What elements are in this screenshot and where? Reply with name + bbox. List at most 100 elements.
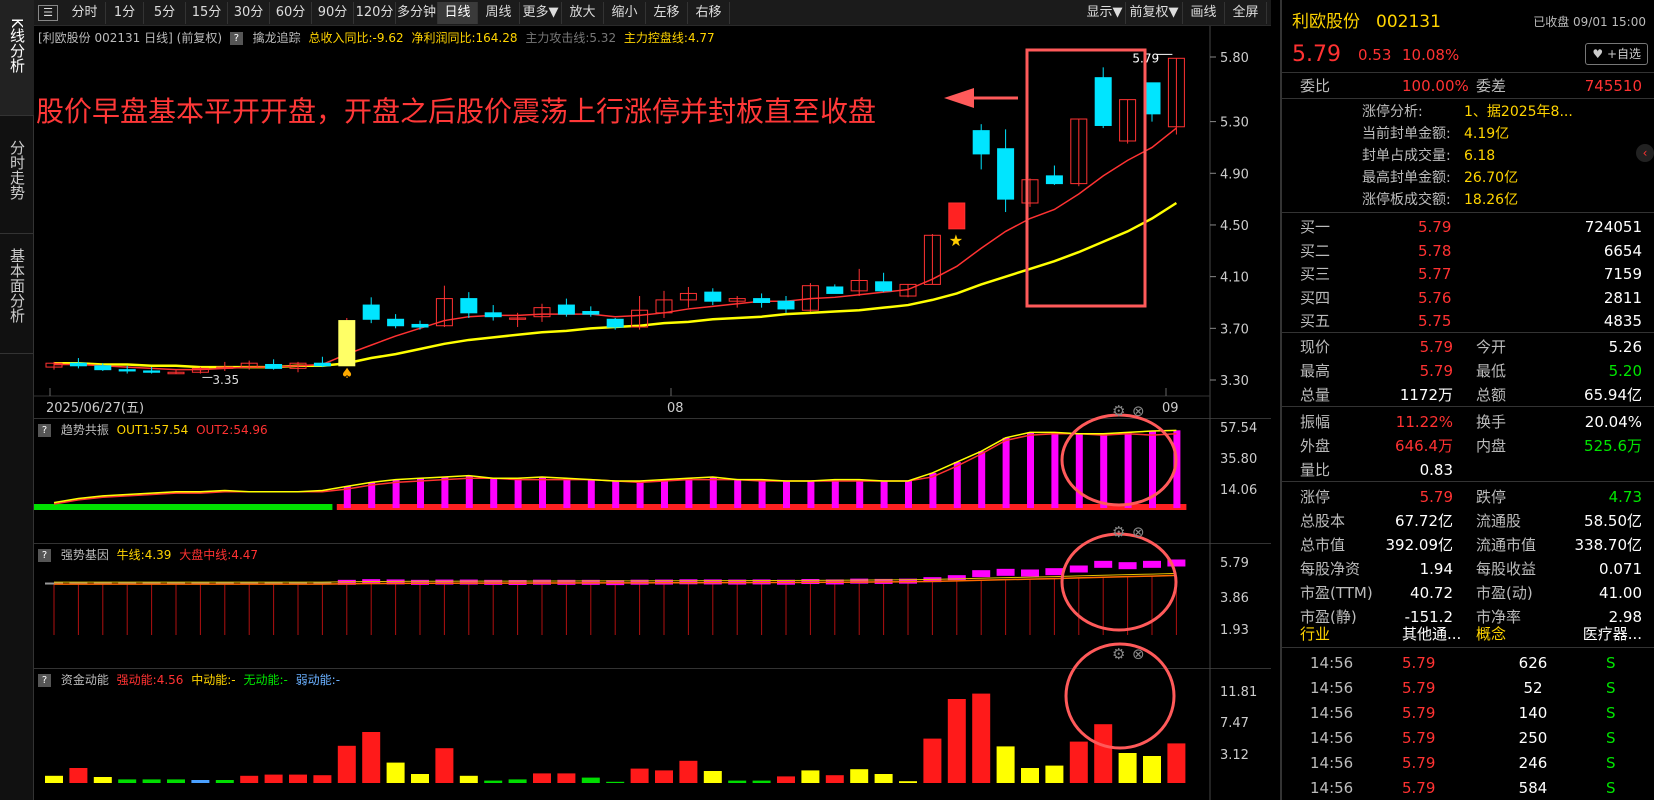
- x-tick-label: 09: [1162, 401, 1179, 416]
- trend-bar: [880, 481, 888, 508]
- add-watchlist-button[interactable]: ♥ +自选: [1585, 43, 1648, 65]
- tab-fundamental[interactable]: 基本面分析: [0, 234, 34, 354]
- collapse-arrow-icon[interactable]: ‹: [1636, 144, 1654, 162]
- stat-label: 总量: [1300, 386, 1331, 404]
- industry-value[interactable]: 其他通...: [1402, 622, 1461, 646]
- y-tick-label: 4.50: [1220, 219, 1249, 234]
- trend-bar: [1100, 433, 1108, 508]
- bid-volume: 724051: [1584, 218, 1642, 236]
- stat-label: 每股净资: [1300, 560, 1361, 578]
- energy-bar: [947, 699, 966, 783]
- trend-bar: [929, 472, 937, 508]
- stat-label-2: 今开: [1476, 338, 1507, 356]
- stat-value: 392.09亿: [1385, 536, 1454, 554]
- bid-row[interactable]: 买五 5.75 4835: [1282, 309, 1654, 333]
- bid-volume: 7159: [1603, 265, 1642, 283]
- p3-tick-label: 5.79: [1220, 556, 1249, 571]
- low-price-label: 3.35: [212, 373, 239, 387]
- energy-bar: [191, 780, 210, 783]
- energy-bar: [1069, 741, 1088, 783]
- tab-kline-analysis[interactable]: K线分析: [0, 0, 34, 116]
- left-tab-bar: K线分析 分时走势 基本面分析: [0, 0, 34, 800]
- stat-label: 市盈(TTM): [1300, 584, 1373, 602]
- tab-intraday[interactable]: 分时走势: [0, 116, 34, 234]
- highlight-box: [1025, 48, 1147, 308]
- y-tick-label: 5.30: [1220, 116, 1249, 131]
- trend-bar: [417, 478, 424, 508]
- trade-time: 14:56: [1310, 779, 1354, 797]
- trade-volume: 250: [1518, 729, 1548, 747]
- stat-label: 最高: [1300, 362, 1331, 380]
- star-icon: ★: [949, 231, 963, 250]
- stat-value: 5.79: [1419, 338, 1453, 356]
- energy-bar: [899, 781, 917, 783]
- bid-row[interactable]: 买二 5.78 6654: [1282, 239, 1654, 263]
- bid-row[interactable]: 买三 5.77 7159: [1282, 262, 1654, 286]
- trade-time: 14:56: [1310, 754, 1354, 772]
- add-watchlist-label: +自选: [1606, 47, 1641, 61]
- trade-side: S: [1606, 679, 1616, 697]
- energy-bar: [728, 780, 747, 783]
- energy-bar: [630, 768, 649, 783]
- energy-bar: [679, 760, 698, 783]
- gene-bar: [484, 579, 503, 585]
- bid-price: 5.79: [1418, 218, 1452, 236]
- trend-bar: [831, 479, 839, 508]
- stat-label-2: 总额: [1476, 386, 1507, 404]
- ma2-line: [54, 201, 1178, 369]
- bid-row[interactable]: 买一 5.79 724051: [1282, 215, 1654, 239]
- energy-bar: [1045, 765, 1064, 783]
- stat-value: 0.83: [1419, 461, 1453, 479]
- tab-label: K线分析: [8, 18, 26, 73]
- energy-bar: [874, 774, 893, 783]
- energy-bar: [581, 777, 600, 783]
- heart-icon: ♥: [1592, 47, 1604, 61]
- stat-value: 67.72亿: [1395, 512, 1453, 530]
- trend-bar: [465, 475, 473, 508]
- trade-volume: 584: [1518, 779, 1548, 797]
- stat-label: 振幅: [1300, 413, 1331, 431]
- y-tick-label: 3.70: [1220, 322, 1249, 337]
- stat-value-2: 0.071: [1599, 560, 1642, 578]
- candle-body: [753, 298, 771, 303]
- stat-value: 5.79: [1419, 488, 1453, 506]
- trend-bar: [441, 476, 449, 508]
- candle-body: [606, 318, 624, 328]
- energy-bar: [825, 775, 844, 783]
- close-icon: ⊗: [1132, 523, 1145, 541]
- energy-bar: [1021, 768, 1039, 783]
- limit-value: 26.70亿: [1464, 170, 1519, 186]
- candle-body: [1045, 175, 1063, 185]
- energy-bar: [337, 745, 356, 783]
- trade-row: 14:56 5.79 140 S: [1282, 701, 1654, 725]
- limit-value: 4.19亿: [1464, 126, 1510, 142]
- stat-row: 总股本 67.72亿 流通股 58.50亿: [1282, 509, 1654, 533]
- gene-bar: [1118, 562, 1137, 570]
- candle-body: [875, 281, 893, 292]
- p2-tick-label: 35.80: [1220, 452, 1257, 467]
- stat-row: 涨停 5.79 跌停 4.73: [1282, 485, 1654, 509]
- stat-value-2: 338.70亿: [1574, 536, 1643, 554]
- pct-change: 10.08%: [1402, 46, 1460, 64]
- weibi-value: 100.00%: [1402, 77, 1469, 95]
- stock-name: 利欧股份: [1292, 12, 1360, 32]
- stock-code: 002131: [1376, 12, 1441, 32]
- trade-row: 14:56 5.79 246 S: [1282, 751, 1654, 775]
- energy-bar: [484, 780, 503, 783]
- candle-body: [777, 300, 795, 310]
- concept-value[interactable]: 医疗器...: [1583, 622, 1642, 646]
- p4-tick-label: 11.81: [1220, 685, 1257, 700]
- candle-body: [1094, 77, 1112, 126]
- limit-label: 涨停板成交额:: [1362, 192, 1451, 208]
- trade-row: 14:56 5.79 584 S: [1282, 776, 1654, 800]
- bid-volume: 6654: [1603, 241, 1642, 260]
- stat-value-2: 20.04%: [1584, 413, 1642, 431]
- gene-bar: [972, 570, 991, 578]
- bid-row[interactable]: 买四 5.76 2811: [1282, 286, 1654, 310]
- trade-row: 14:56 5.79 250 S: [1282, 726, 1654, 750]
- trade-side: S: [1606, 779, 1616, 797]
- energy-bar: [118, 779, 137, 783]
- energy-bar: [459, 775, 478, 783]
- trend-bar: [587, 479, 595, 508]
- candle-body: [94, 365, 112, 371]
